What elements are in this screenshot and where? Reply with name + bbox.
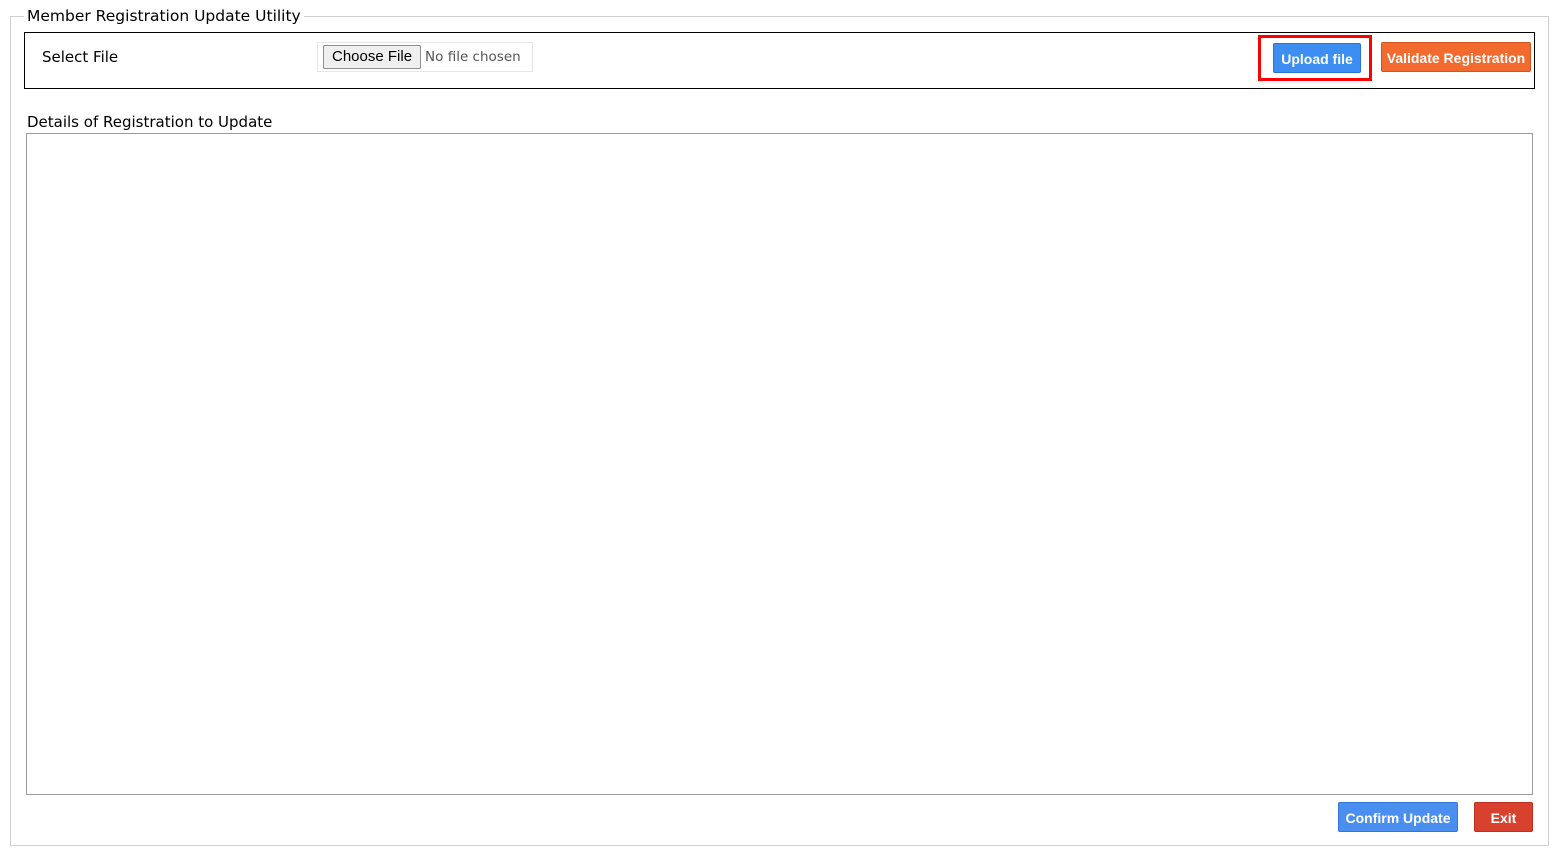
confirm-update-button[interactable]: Confirm Update [1338,802,1458,832]
file-input[interactable]: Choose File No file chosen [317,42,533,72]
validate-registration-button[interactable]: Validate Registration [1381,42,1531,72]
details-label: Details of Registration to Update [27,113,273,131]
utility-title: Member Registration Update Utility [24,6,304,26]
file-status-text: No file chosen [425,49,521,65]
choose-file-button[interactable]: Choose File [323,45,422,69]
select-file-label: Select File [42,48,119,66]
exit-button[interactable]: Exit [1474,802,1533,832]
details-textarea[interactable] [26,133,1533,795]
upload-file-button[interactable]: Upload file [1273,43,1361,73]
